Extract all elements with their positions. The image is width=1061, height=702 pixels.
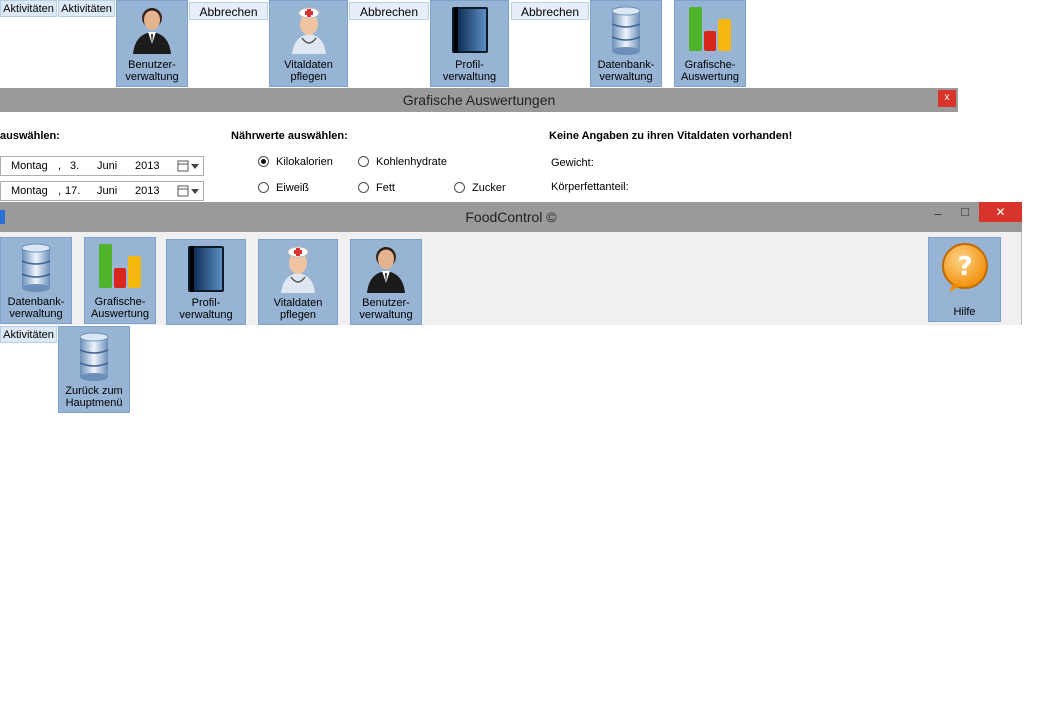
radio-eiweiss[interactable] <box>258 182 269 193</box>
help-icon: ? <box>941 243 988 292</box>
user-icon <box>133 8 171 54</box>
tab-aktivitaeten[interactable]: Aktivitäten <box>0 0 57 17</box>
bar-chart-icon <box>689 7 731 51</box>
minimize-button[interactable]: – <box>930 206 946 221</box>
separator: , <box>58 185 62 197</box>
nutrients-title: Nährwerte auswählen: <box>231 130 348 142</box>
vitaldaten-tile-top[interactable]: Vitaldaten pflegen <box>269 0 348 87</box>
tile-label: Datenbank- verwaltung <box>597 59 655 83</box>
datenbank-verwaltung-tile[interactable]: Datenbank- verwaltung <box>0 237 72 324</box>
benutzer-verwaltung-tile-top[interactable]: Benutzer- verwaltung <box>116 0 188 87</box>
weekday: Montag <box>11 185 48 197</box>
tile-label: Profil- verwaltung <box>442 59 497 83</box>
grafik-window-titlebar: Grafische Auswertungen x <box>0 88 958 112</box>
tile-label: Profil- verwaltung <box>179 297 233 321</box>
grafische-auswertung-tile-top[interactable]: Grafische- Auswertung <box>674 0 746 87</box>
radio-kilokalorien[interactable] <box>258 156 269 167</box>
vitaldaten-tile[interactable]: Vitaldaten pflegen <box>258 239 338 325</box>
tile-label: Datenbank- verwaltung <box>7 296 65 320</box>
koerperfett-label: Körperfettanteil: <box>551 181 629 193</box>
tile-label: Hilfe <box>953 306 976 318</box>
tab-aktivitaeten-bottom[interactable]: Aktivitäten <box>0 326 57 343</box>
benutzer-verwaltung-tile[interactable]: Benutzer- verwaltung <box>350 239 422 325</box>
zurueck-hauptmenue-tile[interactable]: Zurück zum Hauptmenü <box>58 326 130 413</box>
grafische-auswertung-tile[interactable]: Grafische- Auswertung <box>84 237 156 324</box>
vital-title: Keine Angaben zu ihren Vitaldaten vorhan… <box>549 130 793 142</box>
radio-label: Kilokalorien <box>276 156 333 168</box>
tile-label: Vitaldaten pflegen <box>284 59 333 83</box>
tile-label: Benutzer- verwaltung <box>125 59 179 83</box>
window-title: FoodControl © <box>465 209 557 225</box>
window-title: Grafische Auswertungen <box>402 92 556 108</box>
doctor-icon <box>281 246 315 293</box>
tile-label: Grafische- Auswertung <box>680 59 740 83</box>
tab-aktivitaeten-2[interactable]: Aktivitäten <box>58 0 115 17</box>
database-icon <box>21 243 51 292</box>
tile-label: Zurück zum Hauptmenü <box>65 385 123 409</box>
abbrechen-button-1[interactable]: Abbrechen <box>189 2 268 20</box>
radio-fett[interactable] <box>358 182 369 193</box>
date-picker-from[interactable]: Montag , 3. Juni 2013 <box>0 156 204 176</box>
separator: , <box>58 160 62 172</box>
weekday: Montag <box>11 160 48 172</box>
hilfe-tile[interactable]: ? Hilfe <box>928 237 1001 322</box>
gewicht-label: Gewicht: <box>551 157 594 169</box>
book-icon <box>188 246 224 292</box>
calendar-dropdown-icon[interactable] <box>177 185 201 197</box>
date-section-title: auswählen: <box>0 130 60 142</box>
abbrechen-button-3[interactable]: Abbrechen <box>511 2 589 20</box>
main-window-titlebar: FoodControl © – □ ✕ <box>0 202 1022 232</box>
radio-label: Kohlenhydrate <box>376 156 447 168</box>
radio-label: Zucker <box>472 182 506 194</box>
day: 3. <box>70 160 80 172</box>
month: Juni <box>97 185 118 197</box>
datenbank-verwaltung-tile-top[interactable]: Datenbank- verwaltung <box>590 0 662 87</box>
close-button[interactable]: x <box>938 90 956 107</box>
tile-label: Vitaldaten pflegen <box>273 297 323 321</box>
close-button[interactable]: ✕ <box>979 202 1022 222</box>
radio-label: Eiweiß <box>276 182 310 194</box>
book-icon <box>451 7 488 53</box>
year: 2013 <box>135 160 160 172</box>
day: 17. <box>65 185 81 197</box>
month: Juni <box>97 160 118 172</box>
tile-label: Grafische- Auswertung <box>90 296 150 320</box>
calendar-dropdown-icon[interactable] <box>177 160 201 172</box>
radio-zucker[interactable] <box>454 182 465 193</box>
profil-verwaltung-tile-top[interactable]: Profil- verwaltung <box>430 0 509 87</box>
database-icon <box>611 6 641 55</box>
user-icon <box>367 247 405 293</box>
tile-label: Benutzer- verwaltung <box>359 297 413 321</box>
radio-label: Fett <box>376 182 395 194</box>
bar-chart-icon <box>99 244 141 288</box>
database-icon <box>79 332 109 381</box>
maximize-button[interactable]: □ <box>956 204 974 219</box>
abbrechen-button-2[interactable]: Abbrechen <box>349 2 429 20</box>
radio-kohlenhydrate[interactable] <box>358 156 369 167</box>
doctor-icon <box>291 7 326 54</box>
profil-verwaltung-tile[interactable]: Profil- verwaltung <box>166 239 246 325</box>
date-picker-to[interactable]: Montag , 17. Juni 2013 <box>0 181 204 201</box>
svg-text:?: ? <box>957 252 972 282</box>
year: 2013 <box>135 185 160 197</box>
